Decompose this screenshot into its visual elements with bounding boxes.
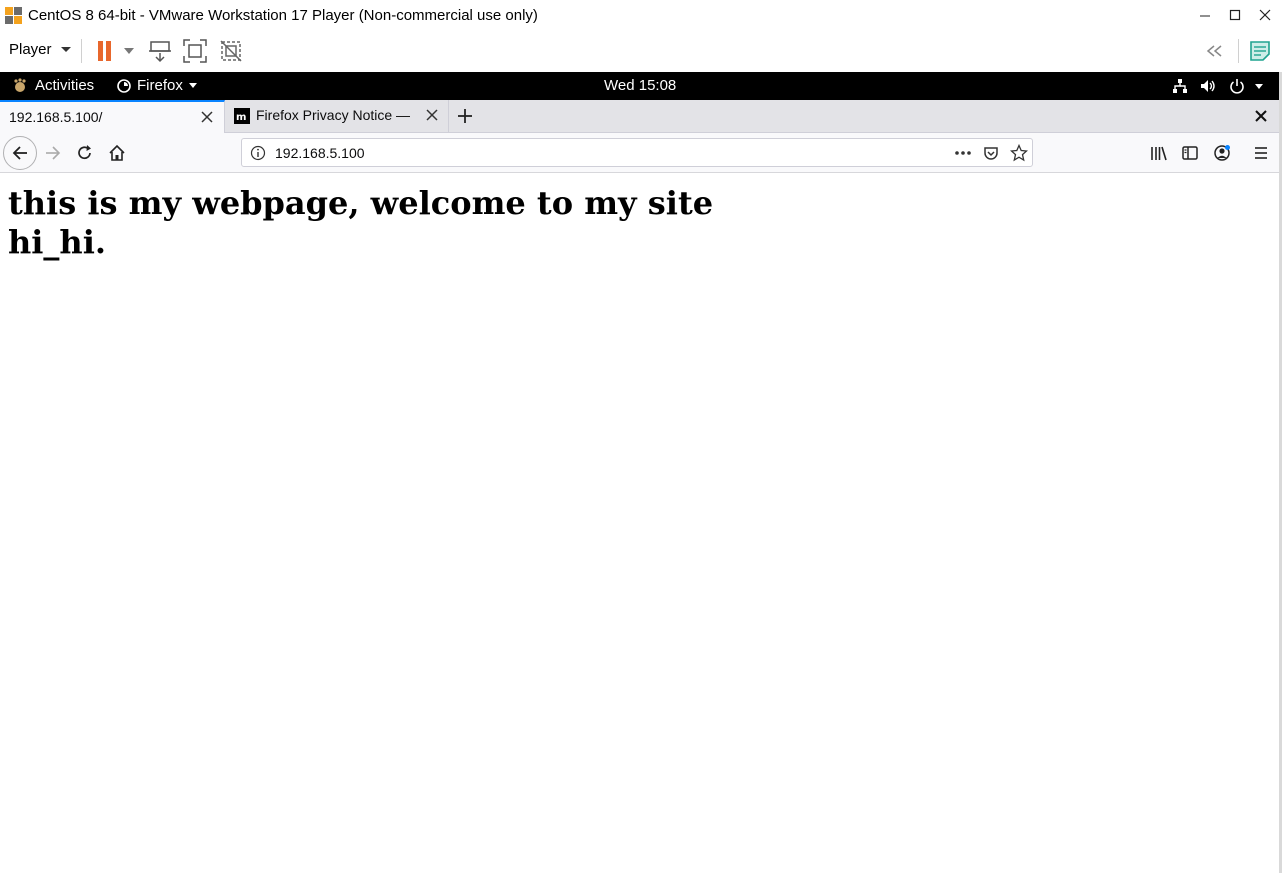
mozilla-favicon: m [234,108,250,124]
activities-label: Activities [35,77,95,94]
tab-close-button[interactable] [424,107,440,123]
close-icon [201,111,213,123]
player-menu-button[interactable]: Player [9,41,71,58]
url-text[interactable]: 192.168.5.100 [275,145,365,161]
home-button[interactable] [107,143,127,163]
close-icon [426,109,438,121]
double-chevron-left-icon [1206,45,1222,57]
plus-icon [458,109,472,123]
tab-title: 192.168.5.100/ [9,109,103,125]
power-options-dropdown[interactable] [122,38,136,64]
volume-icon [1201,80,1215,92]
fullscreen-button[interactable] [183,38,207,64]
vmware-title-bar: CentOS 8 64-bit - VMware Workstation 17 … [0,0,1282,30]
app-menu-hamburger-button[interactable] [1251,143,1271,163]
library-icon [1151,146,1167,161]
tab-close-button[interactable] [199,109,215,125]
close-window-button[interactable] [1250,0,1280,30]
unity-mode-button[interactable] [219,38,243,64]
toolbar-divider [1238,39,1239,63]
account-icon [1214,145,1230,161]
network-indicator[interactable] [1172,78,1188,98]
power-icon [1230,79,1244,94]
home-icon [109,144,125,161]
collapse-toolbar-button[interactable] [1204,38,1226,64]
system-menu-button[interactable] [1229,78,1263,94]
reload-icon [78,145,91,160]
arrow-left-icon [12,146,27,160]
firefox-icon [117,78,131,93]
account-button[interactable] [1212,143,1232,163]
navigation-toolbar: 192.168.5.100 [0,133,1279,173]
web-page-content: this is my webpage, welcome to my site h… [0,174,1279,873]
chevron-down-icon [60,47,71,52]
url-bar[interactable]: 192.168.5.100 [241,138,1033,167]
pause-icon [98,41,111,61]
vmware-player-icon [5,7,22,24]
tab-title: Firefox Privacy Notice — [256,107,411,123]
send-ctrl-alt-del-button[interactable] [148,38,172,64]
send-keys-icon [149,41,171,63]
new-tab-button[interactable] [455,106,475,126]
forward-button[interactable] [43,143,63,163]
chevron-down-icon [1255,83,1263,89]
maximize-icon [1229,9,1241,21]
sidebar-toggle-button[interactable] [1180,143,1200,163]
page-heading-line-2: hi_hi. [8,223,106,261]
sidebar-icon [1182,146,1198,160]
pause-vm-button[interactable] [94,38,116,64]
page-actions-icon[interactable] [954,150,972,156]
window-title: CentOS 8 64-bit - VMware Workstation 17 … [28,7,538,24]
close-browser-button[interactable] [1253,108,1269,124]
volume-indicator[interactable] [1200,78,1216,98]
svg-text:m: m [236,112,246,123]
library-button[interactable] [1148,143,1168,163]
minimize-button[interactable] [1190,0,1220,30]
close-icon [1259,9,1271,21]
close-icon [1255,110,1267,122]
message-log-button[interactable] [1248,38,1272,64]
hamburger-icon [1255,147,1267,159]
unity-disabled-icon [220,40,242,62]
minimize-icon [1200,15,1210,17]
chevron-down-icon [124,48,134,54]
gnome-top-bar: Activities Firefox Wed 15:08 [0,72,1279,100]
reload-button[interactable] [75,143,95,163]
player-menu-label: Player [9,41,52,58]
pocket-icon[interactable] [983,145,999,161]
app-menu-label: Firefox [137,77,183,94]
app-menu-button[interactable]: Firefox [117,77,197,94]
note-icon [1250,41,1270,61]
page-heading: this is my webpage, welcome to my site h… [8,184,808,262]
tab-active[interactable]: 192.168.5.100/ [0,100,225,133]
fullscreen-icon [183,39,207,63]
toolbar-divider [81,39,82,63]
vmware-toolbar: Player [0,30,1282,72]
bookmark-star-icon[interactable] [1010,144,1028,162]
info-icon[interactable] [250,145,266,161]
arrow-right-icon [46,146,61,160]
back-button[interactable] [3,136,37,170]
tab-privacy-notice[interactable]: m Firefox Privacy Notice — [226,100,449,133]
maximize-button[interactable] [1220,0,1250,30]
network-wired-icon [1173,79,1187,93]
activities-button[interactable]: Activities [12,77,94,94]
page-heading-line-1: this is my webpage, welcome to my site [8,184,714,222]
clock[interactable]: Wed 15:08 [604,77,676,94]
chevron-down-icon [188,83,197,88]
gnome-foot-icon [14,77,26,92]
tab-strip: 192.168.5.100/ m Firefox Privacy Notice … [0,100,1279,133]
